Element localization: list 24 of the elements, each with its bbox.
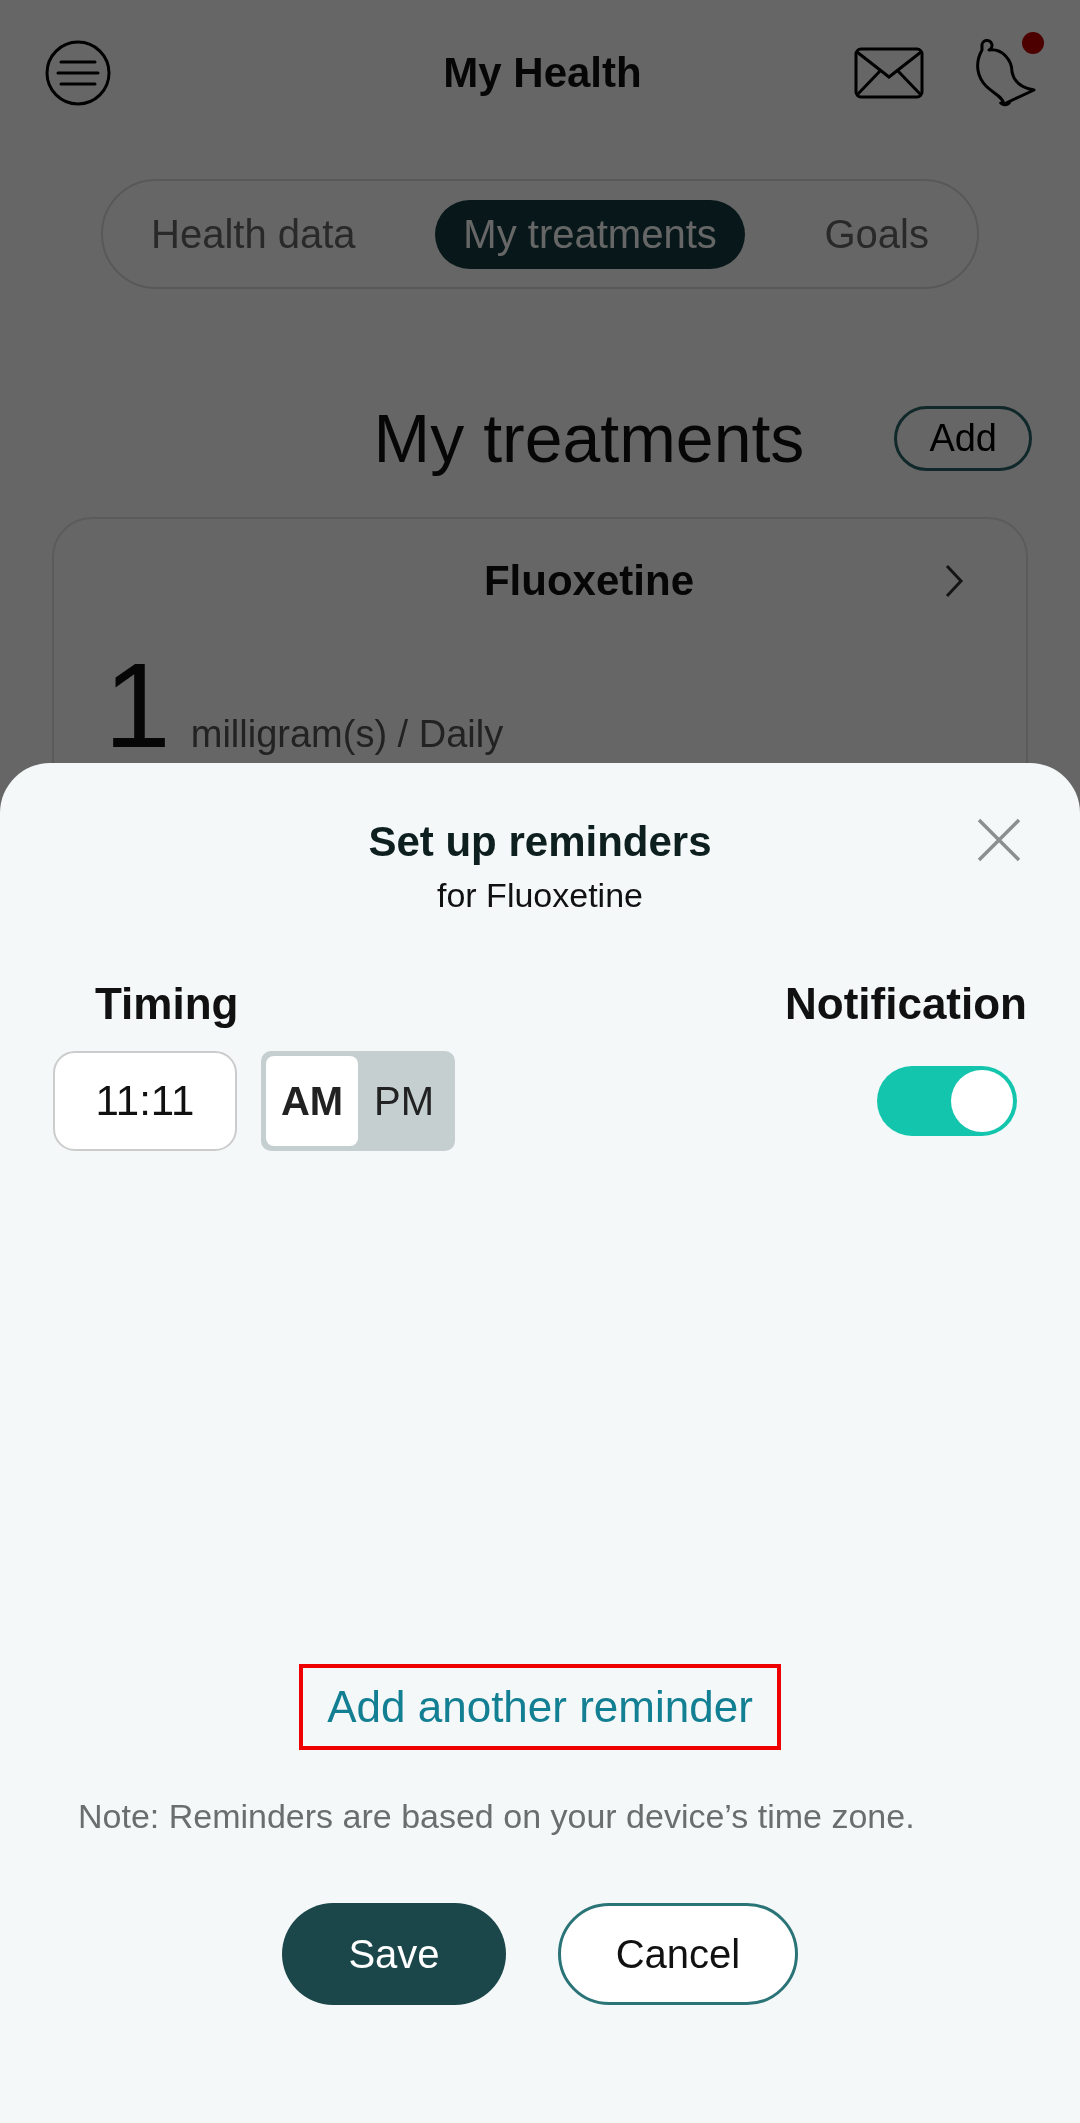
menu-icon[interactable] [45,39,111,106]
dose-amount: 1 [104,645,171,765]
medication-name: Fluoxetine [483,557,694,605]
cancel-button[interactable]: Cancel [558,1903,798,2005]
sheet-title: Set up reminders [368,818,712,866]
period-option[interactable]: AM [266,1056,358,1146]
time-zone-note: Note: Reminders are based on your device’s time zone. [78,1796,916,1837]
tab[interactable]: Health data [123,199,384,269]
tab[interactable]: My treatments [435,199,745,269]
save-button[interactable]: Save [282,1903,506,2005]
notification-label: Notification [785,979,1027,1029]
chevron-right-icon [944,563,964,599]
tab[interactable]: Goals [796,199,957,269]
add-button[interactable]: Add [894,405,1032,471]
time-input-field[interactable]: 11:11 [53,1051,237,1151]
period-option[interactable]: PM [358,1056,450,1146]
sheet-subtitle: for Fluoxetine [437,876,643,915]
section-title: My treatments [373,399,805,477]
dose-unit: milligram(s) / Daily [190,713,504,756]
timing-label: Timing [95,979,239,1029]
page-title: My Health [442,48,643,97]
mail-icon[interactable] [854,46,924,99]
close-icon[interactable] [977,818,1021,862]
add-reminder-link[interactable]: Add another reminder [299,1664,781,1750]
